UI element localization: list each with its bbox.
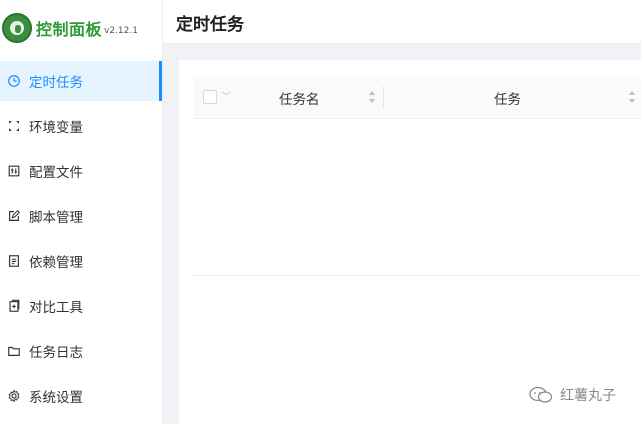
sidebar-item-env[interactable]: 环境变量 [0,106,162,146]
chevron-down-icon[interactable]: ﹀ [221,88,231,103]
brand[interactable]: 控制面板 v2.12.1 [0,0,162,56]
sort-icon[interactable] [628,88,636,106]
sidebar-item-label: 配置文件 [29,165,83,181]
sidebar-item-label: 定时任务 [29,75,83,91]
sidebar-item-label: 环境变量 [29,120,83,136]
file-icon [5,252,23,270]
sidebar-item-scripts[interactable]: 脚本管理 [0,196,162,236]
sidebar-item-deps[interactable]: 依赖管理 [0,241,162,281]
folder-icon [5,342,23,360]
column-header-task[interactable]: 任务 [494,88,521,108]
page-header: 定时任务 [163,0,641,44]
sidebar-item-label: 系统设置 [29,390,83,406]
watermark-text: 红薯丸子 [560,388,616,404]
sidebar-item-label: 依赖管理 [29,255,83,271]
page-title: 定时任务 [176,15,244,35]
config-icon [5,162,23,180]
logo-icon [2,13,32,43]
table-body-divider [193,275,641,276]
sort-icon[interactable] [368,88,376,106]
sidebar-item-diff[interactable]: 对比工具 [0,286,162,326]
sidebar-item-logs[interactable]: 任务日志 [0,331,162,371]
clock-icon [5,72,23,90]
gear-icon [5,387,23,405]
sidebar-menu: 定时任务 环境变量 配置文件 脚本管理 依赖管理 对比工具 任务日志 系统设置 [0,61,162,416]
diff-icon [5,297,23,315]
sidebar-item-cron[interactable]: 定时任务 [0,61,162,101]
watermark: 红薯丸子 [528,385,616,405]
sidebar-item-label: 任务日志 [29,345,83,361]
column-header-name[interactable]: 任务名 [279,88,320,108]
table-header: ﹀ 任务名 任务 [193,75,641,119]
content-panel: ﹀ 任务名 任务 [179,60,641,424]
sidebar-item-label: 对比工具 [29,300,83,316]
sidebar-item-config[interactable]: 配置文件 [0,151,162,191]
env-icon [5,117,23,135]
sidebar-item-label: 脚本管理 [29,210,83,226]
sidebar: 控制面板 v2.12.1 定时任务 环境变量 配置文件 脚本管理 依赖管理 对比… [0,0,163,424]
brand-version: v2.12.1 [104,25,138,36]
edit-icon [5,207,23,225]
sidebar-item-settings[interactable]: 系统设置 [0,376,162,416]
select-all-checkbox[interactable] [203,90,217,104]
wechat-icon [529,386,553,403]
brand-title: 控制面板 [36,20,103,39]
column-divider [383,86,384,108]
